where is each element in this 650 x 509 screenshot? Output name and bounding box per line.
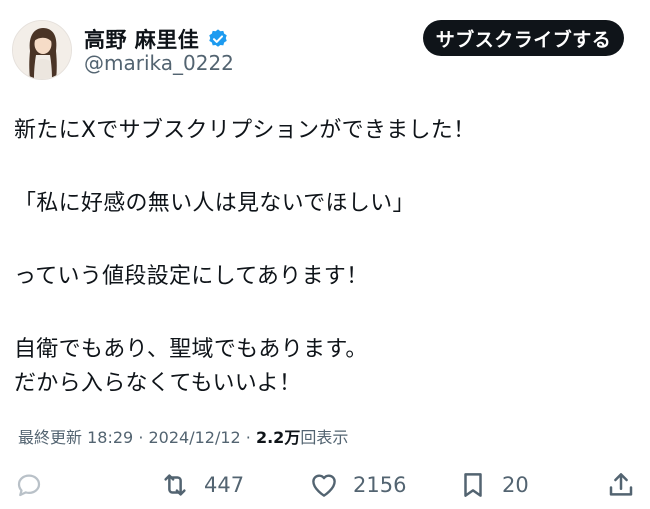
tweet-date[interactable]: 2024/12/12 (148, 428, 240, 447)
retweet-icon (164, 474, 186, 496)
tweet-line: 自衛でもあり、聖域でもあります。 (14, 337, 368, 362)
action-bar: 447 2156 20 (0, 465, 650, 505)
tweet-time[interactable]: 18:29 (87, 428, 133, 447)
retweet-count: 447 (204, 473, 245, 497)
tweet-line: っていう値段設定にしてあります！ (14, 264, 369, 289)
share-icon (609, 473, 633, 496)
bookmark-button[interactable]: 20 (458, 465, 529, 505)
bookmark-count: 20 (502, 473, 529, 497)
reply-button[interactable] (14, 465, 44, 505)
tweet-line: 「私に好感の無い人は見ないでほしい」 (14, 191, 415, 216)
meta-separator: · (138, 428, 149, 447)
avatar[interactable] (12, 20, 72, 80)
retweet-button[interactable]: 447 (160, 465, 244, 505)
tweet-text: 新たにXでサブスクリプションができました！ 「私に好感の無い人は見ないでほしい」… (14, 114, 634, 401)
meta-separator: · (245, 428, 256, 447)
views-label: 回表示 (300, 428, 349, 447)
display-name[interactable]: 高野 麻里佳 (84, 24, 199, 54)
bookmark-icon (464, 473, 482, 497)
views-count: 2.2万 (255, 428, 301, 447)
tweet-header: 高野 麻里佳 @marika_0222 サブスクライブする (0, 0, 650, 90)
like-count: 2156 (353, 473, 407, 497)
verified-badge-icon (209, 29, 228, 47)
updated-label: 最終更新 (18, 428, 83, 447)
name-row: 高野 麻里佳 (84, 24, 229, 54)
share-button[interactable] (606, 465, 636, 505)
tweet-line: だから入らなくてもいいよ！ (14, 371, 302, 396)
handle[interactable]: @marika_0222 (84, 51, 234, 75)
tweet-line: 新たにXでサブスクリプションができました！ (14, 118, 476, 143)
profile-photo-icon (13, 21, 71, 79)
like-button[interactable]: 2156 (309, 465, 406, 505)
reply-icon (17, 474, 41, 497)
subscribe-button[interactable]: サブスクライブする (423, 20, 624, 56)
heart-icon (312, 474, 336, 497)
tweet-meta: 最終更新 18:29 · 2024/12/12 · 2.2万回表示 (18, 424, 348, 448)
